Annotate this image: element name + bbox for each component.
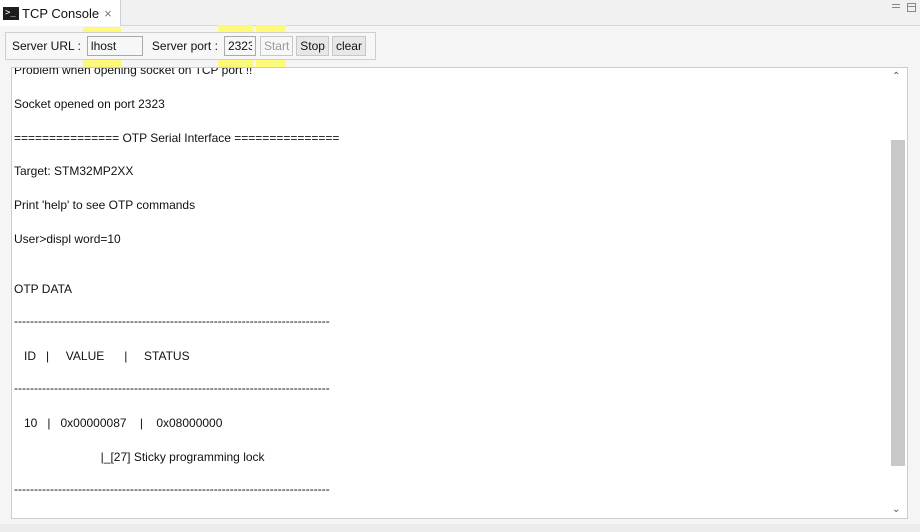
bottom-edge bbox=[0, 524, 920, 532]
window-controls bbox=[892, 3, 916, 12]
stop-button[interactable]: Stop bbox=[296, 36, 329, 56]
tab-bar: >_ TCP Console × bbox=[0, 0, 920, 26]
chevron-down-icon[interactable]: ⌄ bbox=[892, 504, 900, 515]
console-line: User>displ word=10 bbox=[14, 232, 121, 246]
maximize-icon[interactable] bbox=[907, 3, 916, 12]
tcp-console-window: >_ TCP Console × Server URL : Server por… bbox=[0, 0, 920, 532]
console-line: ID | VALUE | STATUS bbox=[14, 349, 190, 363]
console-line: ----------------------------------------… bbox=[14, 381, 330, 395]
server-url-label: Server URL : bbox=[12, 39, 81, 53]
server-url-input[interactable] bbox=[86, 36, 143, 56]
connection-toolbar: Server URL : Server port : Start Stop cl… bbox=[5, 32, 376, 60]
close-icon[interactable]: × bbox=[104, 6, 112, 21]
console-line: Target: STM32MP2XX bbox=[14, 164, 134, 178]
console-line: Socket opened on port 2323 bbox=[14, 97, 165, 111]
start-button[interactable]: Start bbox=[259, 36, 294, 56]
tab-label: TCP Console bbox=[22, 5, 100, 21]
console-line: 10 | 0x00000087 | 0x08000000 bbox=[14, 416, 223, 430]
console-line: Print 'help' to see OTP commands bbox=[14, 198, 196, 212]
console-line: |_[27] Sticky programming lock bbox=[14, 450, 265, 464]
scrollbar-thumb[interactable] bbox=[891, 140, 905, 466]
tab-tcp-console[interactable]: >_ TCP Console × bbox=[0, 0, 121, 26]
server-port-input[interactable] bbox=[223, 36, 256, 56]
console-line: ----------------------------------------… bbox=[14, 482, 330, 496]
console-output[interactable]: Problem when opening socket on TCP port … bbox=[11, 67, 908, 519]
clear-button[interactable]: clear bbox=[331, 36, 366, 56]
chevron-up-icon[interactable]: ⌃ bbox=[892, 71, 900, 82]
vertical-scrollbar[interactable]: ⌃ ⌄ bbox=[889, 69, 906, 517]
server-port-label: Server port : bbox=[151, 39, 218, 53]
terminal-icon: >_ bbox=[3, 6, 19, 20]
console-line: OTP DATA bbox=[14, 282, 73, 296]
minimize-icon[interactable] bbox=[892, 3, 901, 12]
console-line: ----------------------------------------… bbox=[14, 314, 330, 328]
console-text: Problem when opening socket on TCP port … bbox=[14, 67, 884, 496]
console-line: Problem when opening socket on TCP port … bbox=[14, 67, 253, 77]
console-line: =============== OTP Serial Interface ===… bbox=[14, 131, 340, 145]
